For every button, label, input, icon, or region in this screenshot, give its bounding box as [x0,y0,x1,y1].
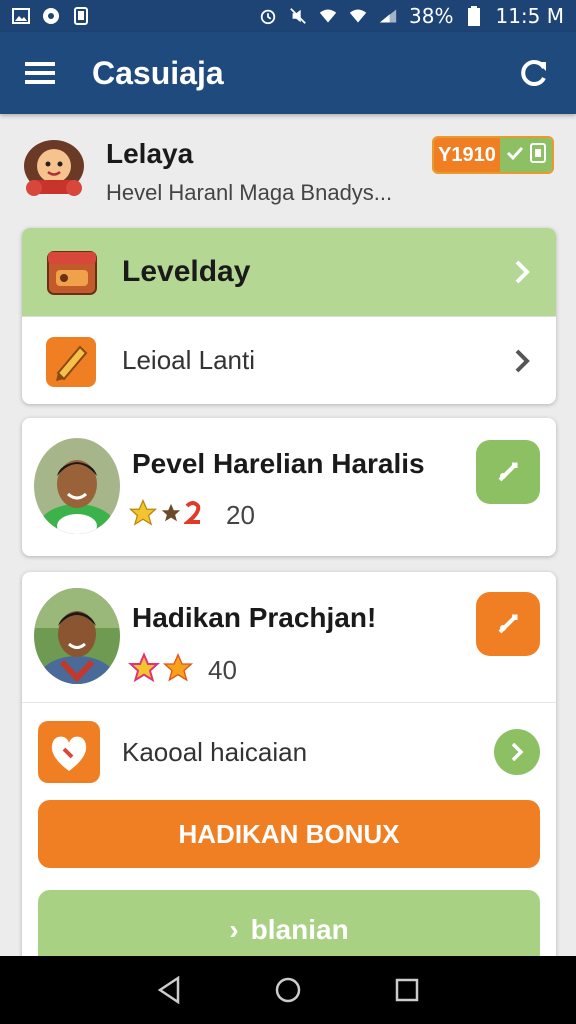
profile-header: Lelaya Hevel Haranl Maga Bnadys... Y1910 [20,132,556,212]
player-name: Pevel Harelian Haralis [132,448,425,479]
check-icon [506,145,524,166]
menu-icon[interactable] [22,55,58,91]
home-icon[interactable] [268,970,308,1010]
star-icon [128,498,158,533]
battery-icon [465,6,483,26]
list-item-kaooal[interactable]: Kaooal haicaian [22,712,556,792]
clock: 11:5 M [495,4,564,28]
alarm-icon [259,7,277,25]
battery-percent: 38% [409,4,454,28]
box-icon [44,244,100,300]
star-icon [162,652,194,689]
profile-name: Lelaya [106,138,194,169]
circle-icon [42,7,60,25]
player-score: 40 [208,655,237,685]
action-button[interactable] [476,592,540,656]
refresh-icon[interactable] [514,53,554,93]
green-button-label: blanian [250,914,349,945]
clipboard-icon [72,7,90,25]
badge-text: Y1910 [434,138,500,172]
app-title: Casuiaja [92,54,224,91]
level-badge[interactable]: Y1910 [432,136,554,174]
list-item-leioal[interactable]: Leioal Lanti [22,316,556,404]
wifi-icon [319,7,337,25]
player-name: Hadikan Prachjan! [132,602,377,633]
list-item-label: Kaooal haicaian [122,736,308,767]
action-button[interactable] [476,440,540,504]
player-rating: 40 [128,652,237,689]
image-icon [12,7,30,25]
player-rating: 20 [128,498,255,533]
chevron-right-icon [510,257,534,287]
list-item-levelday[interactable]: Levelday [22,228,556,316]
chevron-right-icon: › [229,914,239,945]
list-item-label: Levelday [122,255,251,288]
player-card[interactable]: Pevel Harelian Haralis 20 [22,418,556,556]
recents-icon[interactable] [387,970,427,1010]
list-item-label: Leioal Lanti [122,345,255,375]
star-icon [128,652,160,689]
player-photo [34,438,120,534]
avatar[interactable] [20,136,88,198]
star-icon [160,500,182,531]
mute-icon [289,7,307,25]
player-card: Hadikan Prachjan! 40 Kaooal haicaian HAD… [22,572,556,962]
chevron-right-icon [510,346,534,376]
tag-icon [530,142,546,168]
heart-shield-icon [38,721,100,783]
signal-icon [379,7,397,25]
wifi-icon [349,7,367,25]
back-icon[interactable] [149,970,189,1010]
divider [22,702,556,703]
edit-icon [44,333,100,389]
chevron-right-icon[interactable] [494,729,540,775]
player-score: 20 [226,500,255,530]
app-bar: Casuiaja [0,32,576,114]
bonus-button[interactable]: HADIKAN BONUX [38,800,540,868]
profile-subtitle: Hevel Haranl Maga Bnadys... [106,180,393,205]
status-bar: 38% 11:5 M [0,0,576,32]
green-action-button[interactable]: › blanian [38,890,540,962]
nav-bar [0,956,576,1024]
menu-card: Levelday Leioal Lanti [22,228,556,404]
player-photo [34,588,120,684]
rank-icon [182,500,202,531]
